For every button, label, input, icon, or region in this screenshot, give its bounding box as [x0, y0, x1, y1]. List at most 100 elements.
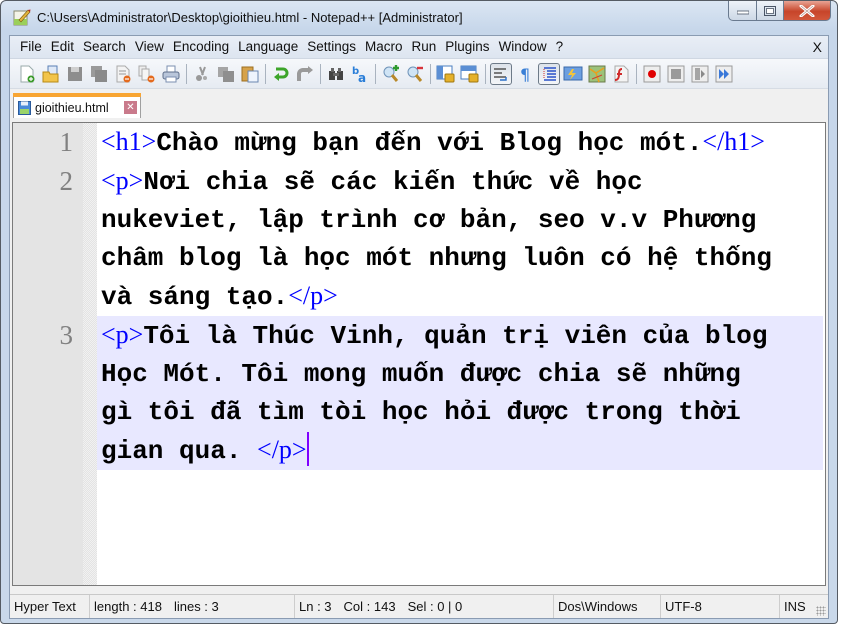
toolbar-separator — [265, 63, 266, 84]
indent-guide-icon — [543, 66, 556, 81]
maximize-button[interactable] — [757, 1, 784, 21]
new-file-icon — [20, 65, 35, 82]
tab-gioithieu-html[interactable]: gioithieu.html ✕ — [13, 93, 141, 118]
menu-macro[interactable]: Macro — [361, 37, 407, 57]
save-icon — [68, 66, 82, 81]
user-language-button[interactable] — [562, 63, 584, 85]
active-tab-indicator — [13, 93, 141, 97]
cut-icon — [196, 66, 207, 81]
close-file-button[interactable] — [112, 63, 134, 85]
undo-button[interactable] — [270, 63, 292, 85]
tab-close-button[interactable]: ✕ — [124, 101, 137, 114]
close-document-button[interactable]: X — [813, 37, 822, 57]
show-all-chars-icon: ¶ — [520, 65, 530, 83]
open-file-icon — [42, 65, 59, 82]
save-all-button[interactable] — [88, 63, 110, 85]
function-list-icon — [614, 65, 629, 82]
find-button[interactable] — [325, 63, 347, 85]
toolbar-separator — [186, 63, 187, 84]
menu-settings[interactable]: Settings — [303, 37, 360, 57]
menu-help[interactable]: ? — [552, 37, 568, 57]
notepad-plus-plus-window: C:\Users\Administrator\Desktop\gioithieu… — [0, 0, 838, 624]
html-tag: </p> — [288, 281, 338, 310]
find-icon — [329, 67, 343, 80]
indent-guide-button[interactable] — [538, 62, 560, 85]
menu-file[interactable]: File — [16, 37, 46, 57]
editor-area[interactable]: 1 <h1>Chào mừng bạn đến với Blog học mót… — [12, 122, 826, 586]
maximize-icon — [764, 5, 776, 16]
code-content[interactable]: 1 <h1>Chào mừng bạn đến với Blog học mót… — [60, 123, 823, 470]
menu-encoding[interactable]: Encoding — [169, 37, 233, 57]
zoom-in-button[interactable] — [380, 63, 402, 85]
line-text: Chào mừng bạn đến với Blog học mót. — [156, 128, 703, 158]
zoom-in-icon — [383, 64, 399, 82]
paste-button[interactable] — [239, 63, 261, 85]
replace-icon: ba — [352, 66, 366, 83]
menu-bar: File Edit Search View Encoding Language … — [10, 36, 828, 59]
status-ln: Ln : 3 — [299, 599, 332, 614]
toolbar: ba ¶ — [10, 59, 828, 89]
close-file-icon — [116, 65, 131, 82]
line-number: 1 — [59, 127, 74, 157]
minimize-icon — [736, 10, 749, 14]
html-tag: </h1> — [702, 127, 765, 156]
play-macro-button[interactable] — [689, 63, 711, 85]
status-eol: Dos\Windows — [554, 595, 661, 618]
new-file-button[interactable] — [16, 63, 38, 85]
zoom-out-button[interactable] — [404, 63, 426, 85]
menu-language[interactable]: Language — [234, 37, 302, 57]
svg-text:a: a — [358, 71, 366, 83]
fold-margin[interactable] — [83, 123, 97, 585]
cut-button[interactable] — [191, 63, 213, 85]
document-map-button[interactable] — [586, 63, 608, 85]
word-wrap-button[interactable] — [490, 62, 512, 85]
sync-horizontal-button[interactable] — [459, 63, 481, 85]
toolbar-separator — [485, 63, 486, 84]
saved-file-icon — [18, 101, 31, 115]
title-bar: C:\Users\Administrator\Desktop\gioithieu… — [1, 1, 837, 35]
html-tag: <h1> — [101, 127, 157, 156]
code-line-2[interactable]: 2 <p>Nơi chia sẽ các kiến thức về học nu… — [60, 162, 823, 316]
close-all-button[interactable] — [136, 63, 158, 85]
undo-icon — [274, 67, 289, 81]
menu-edit[interactable]: Edit — [47, 37, 78, 57]
code-line-3-current[interactable]: 3 <p>Tôi là Thúc Vinh, quản trị viên của… — [60, 316, 823, 470]
status-length: length : 418 — [94, 599, 162, 614]
code-line-1[interactable]: 1 <h1>Chào mừng bạn đến với Blog học mót… — [60, 123, 823, 162]
record-macro-button[interactable] — [641, 63, 663, 85]
replace-button[interactable]: ba — [349, 63, 371, 85]
stop-macro-button[interactable] — [665, 63, 687, 85]
window-title: C:\Users\Administrator\Desktop\gioithieu… — [37, 10, 463, 25]
sync-horizontal-icon — [460, 65, 479, 82]
run-macro-multiple-button[interactable] — [713, 63, 735, 85]
menu-plugins[interactable]: Plugins — [441, 37, 493, 57]
print-button[interactable] — [160, 63, 182, 85]
copy-button[interactable] — [215, 63, 237, 85]
document-map-icon — [588, 65, 606, 82]
line-number: 3 — [59, 320, 74, 350]
svg-text:¶: ¶ — [520, 65, 530, 83]
paste-icon — [241, 66, 259, 82]
status-col: Col : 143 — [343, 599, 396, 614]
minimize-button[interactable] — [728, 1, 757, 21]
open-file-button[interactable] — [40, 63, 62, 85]
tab-label: gioithieu.html — [35, 101, 109, 115]
menu-window[interactable]: Window — [495, 37, 551, 57]
status-length-lines: length : 418 lines : 3 — [90, 595, 295, 618]
sync-vertical-button[interactable] — [435, 63, 457, 85]
line-number: 2 — [59, 166, 74, 196]
menu-view[interactable]: View — [131, 37, 168, 57]
save-button[interactable] — [64, 63, 86, 85]
html-tag: <p> — [101, 320, 144, 349]
tab-bar: gioithieu.html ✕ — [10, 90, 828, 118]
menu-run[interactable]: Run — [408, 37, 441, 57]
notepad-app-icon — [13, 9, 31, 26]
redo-button[interactable] — [294, 63, 316, 85]
close-button[interactable] — [784, 1, 831, 21]
resize-grip[interactable] — [816, 606, 826, 616]
menu-search[interactable]: Search — [79, 37, 130, 57]
show-all-chars-button[interactable]: ¶ — [514, 63, 536, 85]
word-wrap-icon — [494, 67, 507, 81]
function-list-button[interactable] — [610, 63, 632, 85]
redo-icon — [297, 65, 313, 81]
